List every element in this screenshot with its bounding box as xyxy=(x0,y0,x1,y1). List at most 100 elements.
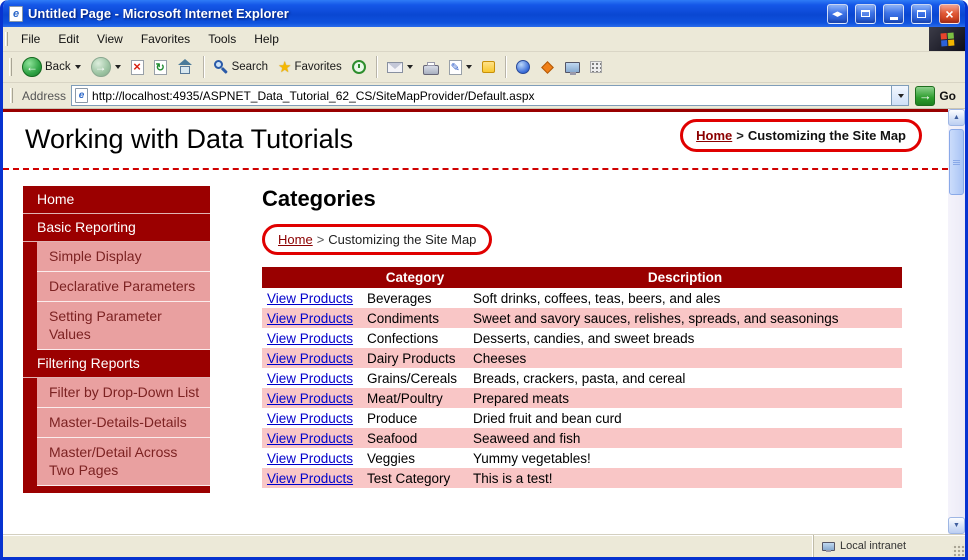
view-products-link[interactable]: View Products xyxy=(267,311,353,326)
web-page: Working with Data Tutorials Home > Customi… xyxy=(3,109,948,534)
sidebar-item-declarative-parameters[interactable]: Declarative Parameters xyxy=(23,272,210,302)
view-products-link[interactable]: View Products xyxy=(267,351,353,366)
description-cell: Desserts, candies, and sweet breads xyxy=(473,330,695,346)
flash-icon xyxy=(540,60,554,74)
address-label: Address xyxy=(22,88,67,103)
column-header-blank xyxy=(262,267,362,288)
table-header-row: Category Description xyxy=(262,267,902,288)
go-button[interactable]: → Go xyxy=(914,85,960,106)
toolbar-separator xyxy=(504,56,506,78)
edit-button[interactable]: ✎ xyxy=(445,58,476,77)
home-icon xyxy=(177,59,193,75)
messenger-button[interactable] xyxy=(512,58,534,76)
address-dropdown-button[interactable] xyxy=(891,86,909,105)
sidebar-item-master-details-details[interactable]: Master-Details-Details xyxy=(23,408,210,438)
nav-indent-strip xyxy=(23,408,37,438)
breadcrumb-home-link[interactable]: Home xyxy=(696,128,732,143)
menu-edit[interactable]: Edit xyxy=(49,27,88,51)
vertical-scrollbar[interactable]: ▲ ▼ xyxy=(948,109,965,534)
view-products-link[interactable]: View Products xyxy=(267,431,353,446)
refresh-button[interactable]: ↻ xyxy=(150,58,171,77)
view-products-link[interactable]: View Products xyxy=(267,291,353,306)
mail-button[interactable] xyxy=(383,60,417,75)
arrow-up-icon: ▲ xyxy=(953,114,960,121)
messenger-icon xyxy=(515,60,530,74)
sidebar-item-filter-by-drop-down-list[interactable]: Filter by Drop-Down List xyxy=(23,378,210,408)
zone-label: Local intranet xyxy=(840,540,907,552)
view-products-link[interactable]: View Products xyxy=(267,451,353,466)
forward-button[interactable]: → xyxy=(87,55,125,79)
table-row: View Products Confections Desserts, cand… xyxy=(262,328,902,348)
breadcrumb-current: Customizing the Site Map xyxy=(747,128,906,143)
prev-next-button[interactable]: ◀▶ xyxy=(827,3,848,24)
forward-dropdown-icon xyxy=(114,65,121,69)
menu-favorites[interactable]: Favorites xyxy=(132,27,199,51)
description-cell: Dried fruit and bean curd xyxy=(473,410,622,426)
menu-tools[interactable]: Tools xyxy=(199,27,245,51)
table-row: View Products Test Category This is a te… xyxy=(262,468,902,488)
sidebar-item-basic-reporting[interactable]: Basic Reporting xyxy=(23,214,210,242)
close-button[interactable]: × xyxy=(939,3,960,24)
grid-tool-button[interactable] xyxy=(586,59,606,75)
home-button[interactable] xyxy=(173,57,197,77)
local-intranet-icon xyxy=(822,541,835,552)
security-zone: Local intranet xyxy=(813,535,965,557)
window-title: Untitled Page - Microsoft Internet Explo… xyxy=(28,6,289,21)
toolbar-grip[interactable] xyxy=(9,58,12,76)
go-label: Go xyxy=(939,88,956,103)
view-products-link[interactable]: View Products xyxy=(267,471,353,486)
toolbar-grip[interactable] xyxy=(5,31,8,47)
sidebar-item-setting-parameter-values[interactable]: Setting Parameter Values xyxy=(23,302,210,350)
category-cell: Beverages xyxy=(367,290,432,306)
discuss-button[interactable] xyxy=(478,59,499,75)
view-products-link[interactable]: View Products xyxy=(267,391,353,406)
category-cell: Veggies xyxy=(367,450,416,466)
favorites-button[interactable]: ★ Favorites xyxy=(274,58,346,77)
breadcrumb-separator: > xyxy=(316,232,325,247)
history-button[interactable] xyxy=(348,58,370,76)
scrollbar-thumb[interactable] xyxy=(949,129,964,195)
quick-launch-button[interactable] xyxy=(536,60,559,74)
sidebar-item-home[interactable]: Home xyxy=(23,186,210,214)
description-cell: Seaweed and fish xyxy=(473,430,581,446)
sidebar-item-clipped xyxy=(23,486,210,493)
view-products-link[interactable]: View Products xyxy=(267,371,353,386)
titlebar[interactable]: e Untitled Page - Microsoft Internet Exp… xyxy=(3,0,965,27)
address-input[interactable] xyxy=(92,87,888,104)
breadcrumb-annotation-top: Home > Customizing the Site Map xyxy=(680,119,922,152)
scroll-up-button[interactable]: ▲ xyxy=(948,109,965,126)
minimize-button[interactable] xyxy=(883,3,904,24)
sidebar-item-filtering-reports[interactable]: Filtering Reports xyxy=(23,350,210,378)
toolbar-grip[interactable] xyxy=(10,88,13,103)
maximize-button[interactable] xyxy=(911,3,932,24)
view-products-link[interactable]: View Products xyxy=(267,411,353,426)
view-products-link[interactable]: View Products xyxy=(267,331,353,346)
description-cell: Breads, crackers, pasta, and cereal xyxy=(473,370,686,386)
print-button[interactable] xyxy=(419,58,443,77)
screen-button[interactable] xyxy=(561,60,584,75)
search-button[interactable]: Search xyxy=(210,58,272,77)
menu-file[interactable]: File xyxy=(12,27,49,51)
back-button[interactable]: ← Back xyxy=(18,55,85,79)
standard-toolbar: ← Back → × ↻ Search ★ Favorites ✎ xyxy=(3,52,965,83)
menu-view[interactable]: View xyxy=(88,27,132,51)
breadcrumb-annotation-content: Home > Customizing the Site Map xyxy=(262,224,493,255)
address-bar: Address e → Go xyxy=(3,83,965,109)
left-right-arrows-icon: ◀▶ xyxy=(832,10,843,18)
window-select-button[interactable] xyxy=(855,3,876,24)
breadcrumb-home-link[interactable]: Home xyxy=(278,232,313,247)
nav-indent-strip xyxy=(23,272,37,302)
description-cell: This is a test! xyxy=(473,470,553,486)
favorites-label: Favorites xyxy=(294,61,342,73)
nav-indent-strip xyxy=(23,242,37,272)
windows-flag-icon xyxy=(940,32,954,46)
resize-grip[interactable] xyxy=(952,544,965,557)
sidebar-item-label: Filter by Drop-Down List xyxy=(37,378,210,408)
stop-button[interactable]: × xyxy=(127,58,148,77)
sidebar-item-simple-display[interactable]: Simple Display xyxy=(23,242,210,272)
menu-help[interactable]: Help xyxy=(245,27,288,51)
categories-table: Category Description View Products Bever… xyxy=(262,267,902,488)
sidebar-item-master-detail-across-two-pages[interactable]: Master/Detail Across Two Pages xyxy=(23,438,210,486)
column-header-category: Category xyxy=(362,267,468,288)
scroll-down-button[interactable]: ▼ xyxy=(948,517,965,534)
